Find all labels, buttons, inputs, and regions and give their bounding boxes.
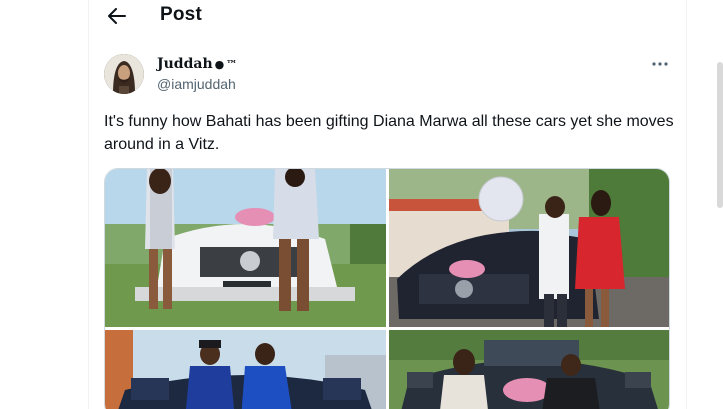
author-handle[interactable]: @iamjuddah bbox=[157, 76, 236, 92]
back-button[interactable] bbox=[103, 4, 131, 28]
media-grid bbox=[104, 168, 670, 409]
author-name-text: Juddah bbox=[157, 56, 213, 72]
post-text: It's funny how Bahati has been gifting D… bbox=[104, 113, 674, 153]
trademark-symbol: ™ bbox=[226, 57, 238, 71]
media-photo-4[interactable] bbox=[389, 330, 669, 409]
arrow-left-icon bbox=[108, 8, 126, 24]
column-divider-left bbox=[88, 0, 89, 409]
media-photo-2[interactable] bbox=[389, 169, 669, 327]
media-photo-1[interactable] bbox=[105, 169, 386, 327]
page-title: Post bbox=[160, 4, 202, 25]
author-display-name[interactable]: Juddah ● ™ bbox=[157, 56, 237, 72]
avatar[interactable] bbox=[104, 54, 144, 94]
left-gutter bbox=[0, 0, 88, 409]
more-horizontal-icon bbox=[652, 62, 668, 66]
more-options-button[interactable] bbox=[645, 54, 675, 74]
media-photo-3[interactable] bbox=[105, 330, 386, 409]
page-header: Post bbox=[89, 0, 686, 36]
apple-icon: ● bbox=[214, 57, 225, 71]
scrollbar-thumb[interactable] bbox=[717, 62, 723, 208]
